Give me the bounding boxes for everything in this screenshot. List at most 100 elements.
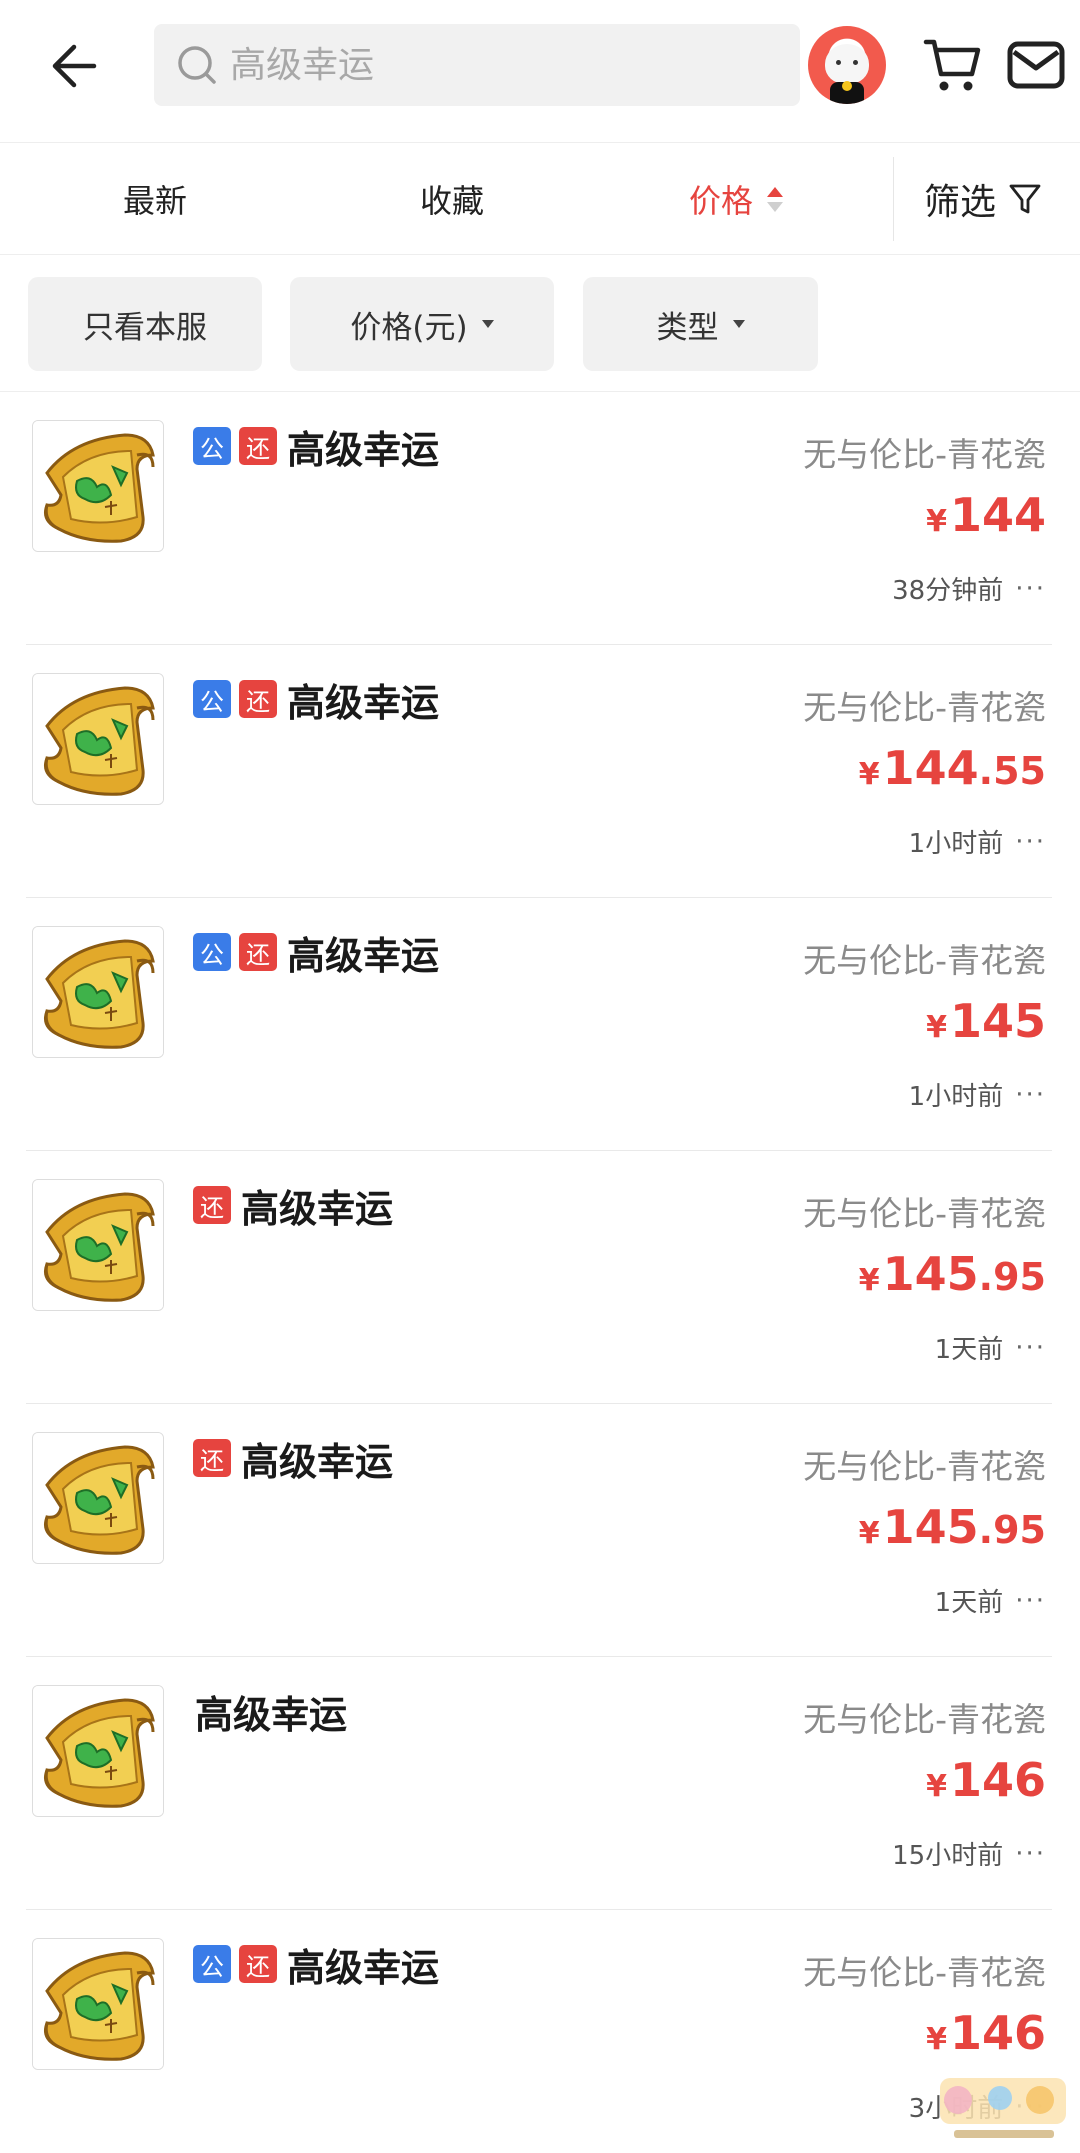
mail-icon: [1007, 41, 1065, 89]
chip-only-server-label: 只看本服: [83, 309, 207, 346]
listing-title: 高级幸运: [287, 680, 440, 725]
tag-public: 公: [193, 427, 231, 465]
price-decimal: .95: [978, 1508, 1046, 1552]
listing-server: 无与伦比-青花瓷: [803, 435, 1046, 474]
listing-item[interactable]: 高级幸运 无与伦比-青花瓷 ¥146 15小时前 ···: [0, 1657, 1080, 1910]
more-options-button[interactable]: ···: [1015, 1586, 1046, 1616]
site-watermark-logo: [940, 2078, 1066, 2138]
tag-return: 还: [239, 427, 277, 465]
listing-title-row: 公还高级幸运: [193, 1940, 439, 1990]
sort-price[interactable]: 价格: [689, 143, 784, 255]
listing-title-row: 公还高级幸运: [193, 422, 439, 472]
price-decimal: .95: [978, 1255, 1046, 1299]
currency-symbol: ¥: [926, 1769, 947, 1804]
cart-button[interactable]: [922, 34, 984, 96]
caret-down-icon: [481, 320, 494, 328]
listing-meta: 38分钟前 ···: [892, 570, 1046, 607]
sort-down-icon: [767, 201, 784, 212]
currency-symbol: ¥: [926, 1010, 947, 1045]
listing-price: ¥144.55: [859, 741, 1046, 795]
listing-title: 高级幸运: [287, 1945, 440, 1990]
item-thumbnail[interactable]: [32, 1432, 164, 1564]
chip-only-server[interactable]: 只看本服: [28, 277, 262, 371]
avatar-eye: [853, 60, 858, 65]
tag-return: 还: [239, 680, 277, 718]
tag-return: 还: [239, 1945, 277, 1983]
listing-time: 1小时前: [908, 829, 1004, 859]
currency-symbol: ¥: [926, 2022, 947, 2057]
price-integer: 145: [882, 1247, 979, 1301]
listing-price: ¥144: [926, 488, 1046, 542]
search-input[interactable]: [230, 44, 790, 86]
listing-title-row: 还高级幸运: [193, 1181, 393, 1231]
item-thumbnail[interactable]: [32, 420, 164, 552]
sort-order-icon: [767, 186, 784, 212]
filter-button[interactable]: 筛选: [924, 143, 1042, 255]
top-bar: [0, 0, 1080, 143]
back-button[interactable]: [40, 30, 112, 102]
item-thumbnail[interactable]: [32, 1685, 164, 1817]
listing-price: ¥145.95: [859, 1247, 1046, 1301]
listing-price: ¥145.95: [859, 1500, 1046, 1554]
filter-chips: 只看本服 价格(元) 类型: [0, 255, 1080, 392]
price-integer: 145: [882, 1500, 979, 1554]
chip-price-label: 价格(元): [350, 309, 468, 346]
listing-server: 无与伦比-青花瓷: [803, 1194, 1046, 1233]
item-thumbnail[interactable]: [32, 926, 164, 1058]
listing-item[interactable]: 公还高级幸运 无与伦比-青花瓷 ¥145 1小时前 ···: [0, 898, 1080, 1151]
listing-price: ¥146: [926, 2006, 1046, 2060]
listing-meta: 1小时前 ···: [909, 1076, 1046, 1113]
sort-up-icon: [767, 186, 784, 197]
listing-title-row: 还高级幸运: [193, 1434, 393, 1484]
more-options-button[interactable]: ···: [1015, 827, 1046, 857]
listing-price: ¥145: [926, 994, 1046, 1048]
listing-time: 15小时前: [892, 1841, 1004, 1871]
currency-symbol: ¥: [858, 1263, 880, 1298]
more-options-button[interactable]: ···: [1015, 574, 1046, 604]
currency-symbol: ¥: [926, 504, 947, 539]
sort-favorites[interactable]: 收藏: [420, 143, 484, 255]
back-arrow-icon: [52, 44, 97, 88]
search-icon: [178, 46, 216, 84]
listing-time: 1小时前: [908, 1082, 1004, 1112]
chip-type[interactable]: 类型: [583, 277, 818, 371]
price-decimal: .55: [978, 749, 1046, 793]
listing-item[interactable]: 公还高级幸运 无与伦比-青花瓷 ¥144.55 1小时前 ···: [0, 645, 1080, 898]
avatar-face: [825, 44, 869, 84]
sort-favorites-label: 收藏: [420, 182, 485, 220]
divider: [893, 157, 894, 241]
caret-down-icon: [732, 320, 745, 328]
price-integer: 144: [882, 741, 979, 795]
chip-price[interactable]: 价格(元): [290, 277, 554, 371]
tag-public: 公: [193, 1945, 231, 1983]
listing-item[interactable]: 还高级幸运 无与伦比-青花瓷 ¥145.95 1天前 ···: [0, 1404, 1080, 1657]
funnel-icon: [1009, 184, 1041, 214]
listing-title: 高级幸运: [241, 1186, 394, 1231]
listing-price: ¥146: [926, 1753, 1046, 1807]
listing-list: 公还高级幸运 无与伦比-青花瓷 ¥144 38分钟前 ··· 公还高级幸运 无与伦比-青花瓷…: [0, 392, 1080, 2153]
avatar[interactable]: [808, 26, 886, 104]
sort-bar: 最新 收藏 价格 筛选: [0, 143, 1080, 255]
mail-button[interactable]: [1006, 36, 1066, 94]
search-box[interactable]: [154, 24, 800, 106]
listing-title-row: 高级幸运: [193, 1687, 347, 1737]
listing-meta: 15小时前 ···: [892, 1835, 1046, 1872]
more-options-button[interactable]: ···: [1015, 1333, 1046, 1363]
item-thumbnail[interactable]: [32, 1938, 164, 2070]
price-integer: 146: [949, 1753, 1046, 1807]
listing-item[interactable]: 公还高级幸运 无与伦比-青花瓷 ¥144 38分钟前 ···: [0, 392, 1080, 645]
listing-server: 无与伦比-青花瓷: [803, 1953, 1046, 1992]
more-options-button[interactable]: ···: [1015, 1839, 1046, 1869]
tag-return: 还: [239, 933, 277, 971]
item-thumbnail[interactable]: [32, 673, 164, 805]
avatar-bell: [842, 81, 852, 91]
more-options-button[interactable]: ···: [1015, 1080, 1046, 1110]
tag-public: 公: [193, 680, 231, 718]
listing-meta: 1天前 ···: [935, 1329, 1046, 1366]
tag-return: 还: [193, 1439, 231, 1477]
listing-meta: 1天前 ···: [935, 1582, 1046, 1619]
listing-item[interactable]: 公还高级幸运无与伦比-青花瓷¥1463小时前···: [0, 1910, 1080, 2153]
item-thumbnail[interactable]: [32, 1179, 164, 1311]
listing-item[interactable]: 还高级幸运 无与伦比-青花瓷 ¥145.95 1天前 ···: [0, 1151, 1080, 1404]
sort-latest[interactable]: 最新: [123, 143, 187, 255]
